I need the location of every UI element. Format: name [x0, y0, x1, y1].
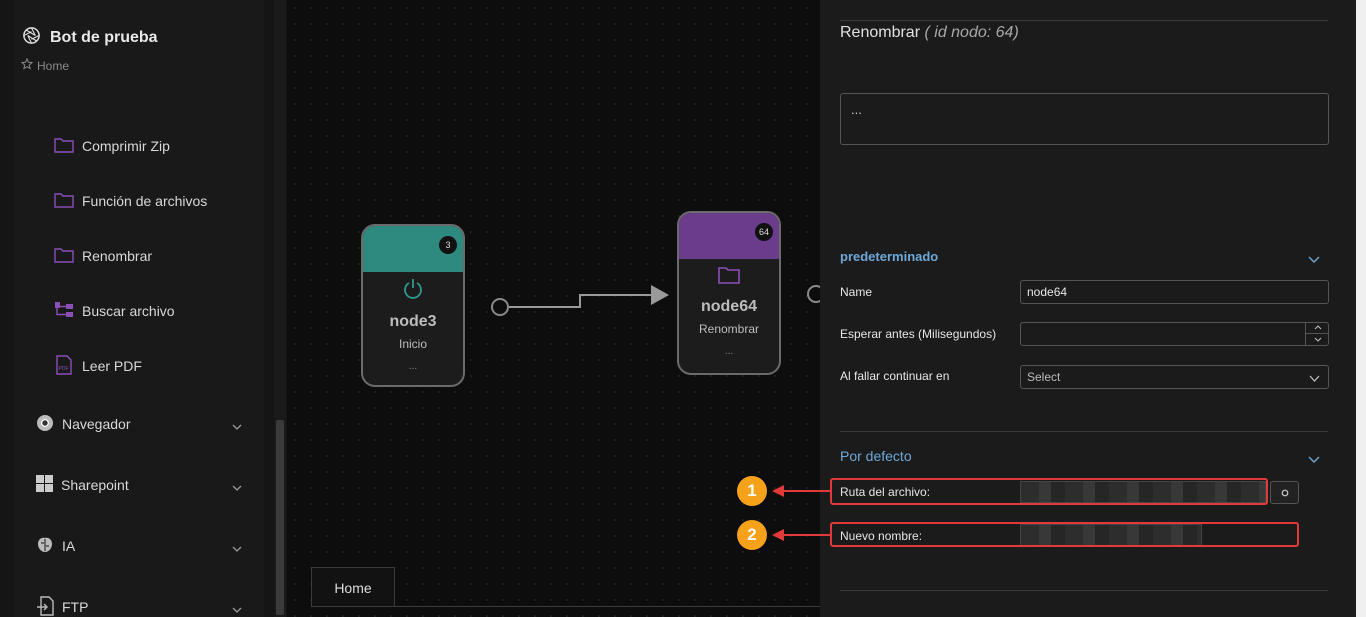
- file-transfer-icon: [36, 595, 54, 617]
- sidebar-item-renombrar[interactable]: Renombrar: [54, 244, 152, 268]
- callout-box-1: [830, 478, 1268, 505]
- sidebar-item-leer-pdf[interactable]: PDF Leer PDF: [54, 354, 142, 378]
- sidebar-group-sharepoint[interactable]: Sharepoint: [36, 473, 246, 497]
- folder-icon: [54, 192, 74, 211]
- panel-scrollbar[interactable]: [1356, 0, 1366, 617]
- spinner-up-icon[interactable]: [1306, 322, 1329, 333]
- chevron-down-icon: [232, 601, 242, 617]
- sidebar-group-label: Sharepoint: [61, 477, 129, 493]
- sidebar-item-label: Función de archivos: [82, 193, 208, 209]
- divider: [840, 590, 1328, 591]
- flow-node-node64[interactable]: 64 node64 Renombrar ...: [677, 211, 781, 375]
- chevron-down-icon[interactable]: [1308, 251, 1320, 269]
- sidebar-item-comprimir-zip[interactable]: Comprimir Zip: [54, 134, 170, 158]
- pdf-icon: PDF: [54, 354, 74, 378]
- tab-home[interactable]: Home: [311, 567, 395, 607]
- callout-arrows: [772, 485, 830, 541]
- node-body: node3 Inicio ...: [363, 272, 463, 372]
- node-more[interactable]: ...: [679, 346, 779, 357]
- circle-icon: [1281, 484, 1289, 502]
- aperture-icon: [22, 26, 41, 50]
- node-header: 64: [679, 213, 779, 259]
- node-id-badge: 64: [754, 223, 773, 241]
- name-input[interactable]: node64: [1020, 280, 1329, 304]
- breadcrumb[interactable]: Home: [20, 57, 70, 73]
- star-icon: [20, 57, 34, 73]
- sidebar-item-label: Leer PDF: [82, 358, 142, 374]
- panel-title: Renombrar ( id nodo: 64): [840, 24, 1019, 42]
- folder-icon: [54, 137, 74, 156]
- chevron-down-icon[interactable]: [1308, 451, 1320, 469]
- sidebar: Bot de prueba Home Comprimir Zip Función…: [0, 0, 287, 617]
- sidebar-item-label: Buscar archivo: [82, 303, 175, 319]
- node-subtitle: Inicio: [398, 337, 427, 351]
- folder-icon: [54, 247, 74, 266]
- chevron-down-icon: [232, 418, 242, 434]
- folder-icon: [717, 267, 741, 289]
- node-subtitle: Renombrar: [698, 322, 760, 336]
- sidebar-group-ia[interactable]: IA: [36, 534, 246, 558]
- sidebar-group-label: IA: [62, 538, 76, 554]
- chevron-down-icon: [1309, 372, 1320, 386]
- brand[interactable]: Bot de prueba: [22, 26, 158, 50]
- name-label: Name: [840, 285, 873, 299]
- annotation-badge-1: 1: [737, 476, 767, 506]
- node-body: node64 Renombrar ...: [679, 259, 779, 357]
- wait-input[interactable]: [1020, 322, 1329, 346]
- sidebar-item-label: Renombrar: [82, 248, 153, 264]
- sidebar-group-navegador[interactable]: Navegador: [36, 412, 246, 436]
- sidebar-group-ftp[interactable]: FTP: [36, 595, 246, 617]
- fail-select-value: Select: [1027, 370, 1061, 384]
- sidebar-scrollbar-thumb[interactable]: [276, 420, 284, 615]
- description-textarea[interactable]: ...: [840, 93, 1329, 145]
- fail-label: Al fallar continuar en: [840, 369, 950, 383]
- spinner-down-icon[interactable]: [1306, 333, 1329, 344]
- node3-output-port[interactable]: [491, 298, 509, 316]
- sidebar-item-label: Comprimir Zip: [82, 138, 170, 154]
- node-header: 3: [363, 226, 463, 272]
- flow-node-node3[interactable]: 3 node3 Inicio ...: [361, 224, 465, 387]
- chevron-down-icon: [232, 479, 242, 495]
- annotation-badge-2: 2: [737, 520, 767, 550]
- windows-icon: [36, 475, 53, 495]
- node-more[interactable]: ...: [363, 361, 463, 372]
- fail-select[interactable]: Select: [1020, 365, 1329, 389]
- divider: [840, 20, 1328, 21]
- sidebar-item-buscar-archivo[interactable]: Buscar archivo: [54, 299, 175, 323]
- panel-title-text: Renombrar: [840, 24, 921, 41]
- power-icon: [402, 279, 424, 304]
- section-por-defecto-title[interactable]: Por defecto: [840, 448, 912, 464]
- app-root: Bot de prueba Home Comprimir Zip Función…: [0, 0, 1366, 617]
- chrome-icon: [36, 414, 54, 435]
- app-title: Bot de prueba: [50, 29, 158, 46]
- brain-icon: [36, 536, 54, 557]
- file-picker-button[interactable]: [1270, 481, 1299, 504]
- sidebar-item-funcion-archivos[interactable]: Función de archivos: [54, 189, 207, 213]
- wait-label: Esperar antes (Milisegundos): [840, 327, 997, 341]
- file-tree-icon: [54, 301, 74, 322]
- sidebar-group-label: FTP: [62, 599, 89, 615]
- panel-title-id: ( id nodo: 64): [924, 24, 1019, 41]
- node-title: node64: [700, 298, 757, 315]
- tab-strip-line: [311, 606, 821, 607]
- sidebar-group-label: Navegador: [62, 416, 131, 432]
- wait-spinner[interactable]: [1305, 322, 1329, 346]
- node-id-badge: 3: [439, 236, 457, 254]
- svg-text:PDF: PDF: [59, 366, 69, 372]
- divider: [840, 431, 1328, 432]
- breadcrumb-home: Home: [37, 58, 70, 73]
- section-predeterminado-title[interactable]: predeterminado: [840, 249, 938, 264]
- node-title: node3: [389, 313, 437, 330]
- chevron-down-icon: [232, 540, 242, 556]
- callout-box-2: [830, 522, 1299, 547]
